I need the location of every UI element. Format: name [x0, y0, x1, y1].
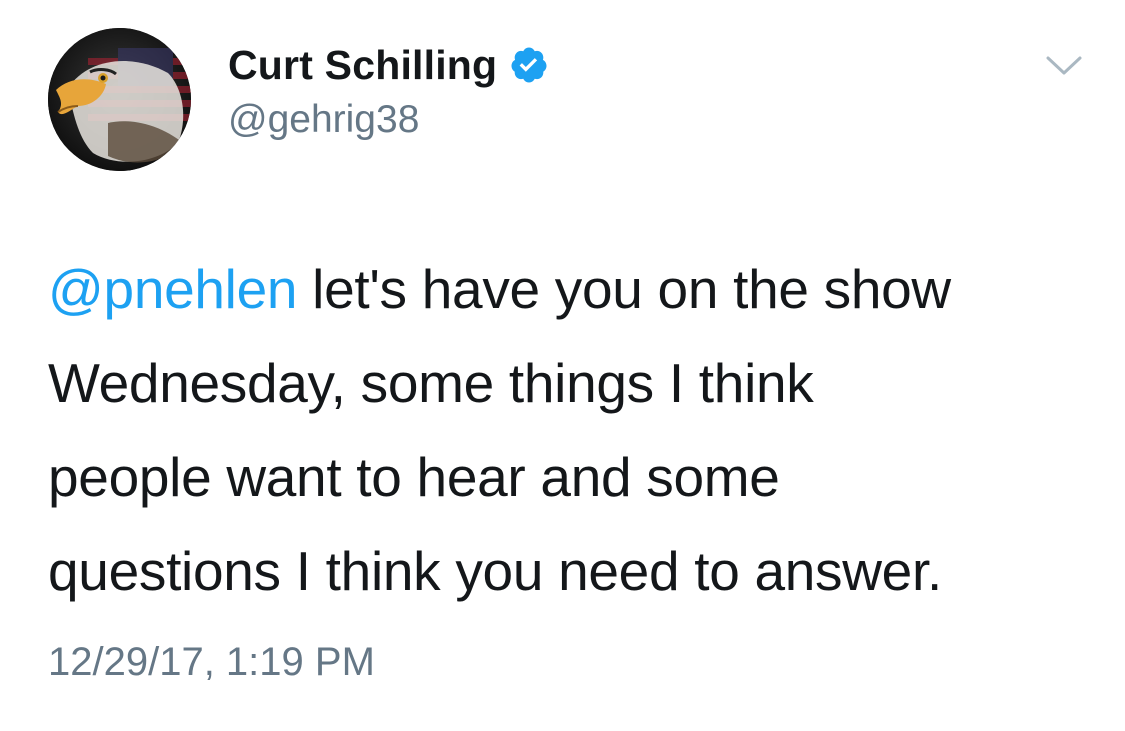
mention-link[interactable]: @pnehlen — [48, 258, 297, 320]
tweet-card: Curt Schilling @gehrig38 @pnehlen let's … — [0, 0, 1125, 731]
tweet-text-line-2: Wednesday, some things I think — [48, 352, 814, 414]
author-name-row: Curt Schilling — [228, 40, 549, 90]
chevron-down-icon[interactable] — [1044, 50, 1084, 80]
eagle-flag-avatar-image — [48, 28, 191, 171]
author-display-name[interactable]: Curt Schilling — [228, 42, 497, 89]
tweet-text-line-1: @pnehlen let's have you on the show — [48, 242, 1088, 336]
avatar[interactable] — [48, 28, 191, 171]
tweet-text-line-1-rest: let's have you on the show — [297, 258, 951, 320]
tweet-timestamp[interactable]: 12/29/17, 1:19 PM — [48, 640, 375, 685]
tweet-text-line-4: questions I think you need to answer. — [48, 540, 942, 602]
tweet-text-line-3: people want to hear and some — [48, 446, 780, 508]
tweet-text: @pnehlen let's have you on the show Wedn… — [48, 242, 1088, 618]
verified-badge-icon — [509, 45, 549, 85]
author-handle[interactable]: @gehrig38 — [228, 98, 419, 142]
